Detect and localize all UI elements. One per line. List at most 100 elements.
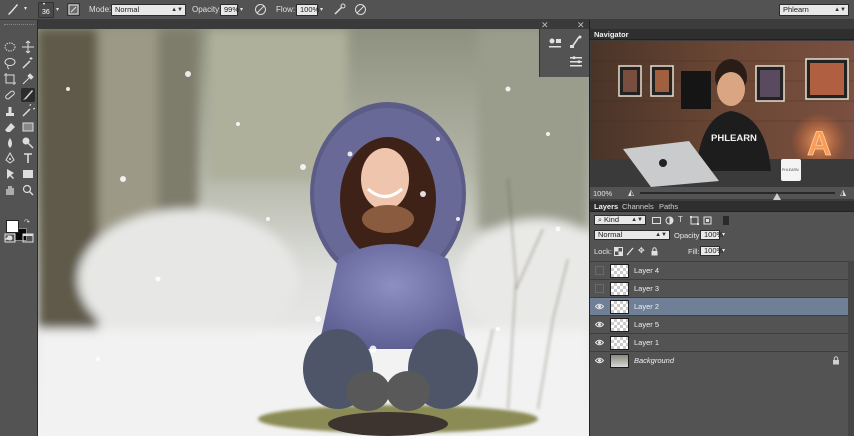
- zoom-slider-thumb[interactable]: [772, 193, 781, 200]
- lock-position-icon[interactable]: ✥: [638, 246, 647, 255]
- filter-smart-object-icon[interactable]: [703, 216, 712, 225]
- mode-select[interactable]: Normal ▲▼: [111, 4, 186, 16]
- layers-scrollbar[interactable]: [848, 261, 854, 436]
- lock-row: Lock: ✥ Fill: 100% ▾: [590, 246, 854, 258]
- brush-panel-toggle[interactable]: [67, 3, 80, 16]
- dodge-icon[interactable]: [21, 136, 35, 150]
- visibility-eye-icon[interactable]: [594, 338, 605, 347]
- navigator-zoom-slider[interactable]: [640, 192, 835, 200]
- right-panel-column: Navigator A PHLEARN PHLEARN 100% ◭ ◮ Lay…: [589, 20, 854, 436]
- opacity-input[interactable]: 99%: [220, 4, 239, 16]
- layer-filter-row: ⌕ Kind ▲▼ T: [590, 215, 854, 227]
- shape-icon[interactable]: [21, 167, 35, 181]
- filter-adjustment-icon[interactable]: [665, 216, 674, 225]
- marquee-icon[interactable]: [3, 40, 17, 54]
- type-icon[interactable]: [21, 151, 35, 165]
- visibility-eye-icon[interactable]: [594, 302, 605, 311]
- tab-paths[interactable]: Paths: [659, 202, 678, 211]
- character-panel-icon[interactable]: [546, 35, 564, 51]
- visibility-eye-icon[interactable]: [595, 266, 604, 275]
- zoom-icon[interactable]: [21, 183, 35, 197]
- lock-all-icon[interactable]: [650, 247, 659, 256]
- photoshop-window: ▾ • 36 ▾ Mode: Normal ▲▼ Opacity: 99% ▾ F…: [0, 0, 854, 436]
- flow-dropdown[interactable]: ▾: [320, 3, 323, 17]
- brush-settings-panel-icon[interactable]: [567, 53, 585, 69]
- blend-row: Normal ▲▼ Opacity: 100% ▾: [590, 230, 854, 242]
- zoom-in-icon[interactable]: ◮: [840, 188, 846, 197]
- fill-label: Fill:: [688, 247, 700, 256]
- lock-transparent-icon[interactable]: [614, 247, 623, 256]
- visibility-eye-icon[interactable]: [594, 320, 605, 329]
- layer-row[interactable]: Layer 3: [590, 279, 848, 297]
- history-brush-icon[interactable]: [21, 102, 37, 118]
- pressure-size-icon[interactable]: [354, 3, 367, 17]
- layer-opacity-label: Opacity:: [674, 231, 702, 240]
- workspace-select[interactable]: Phlearn ▲▼: [779, 4, 849, 16]
- flow-label: Flow:: [276, 5, 296, 14]
- photo-image: [38, 29, 589, 436]
- layer-name: Layer 1: [634, 338, 660, 347]
- path-select-icon[interactable]: [3, 167, 17, 181]
- filter-toggle-switch[interactable]: [723, 216, 729, 225]
- brush-tool-icon[interactable]: [6, 2, 20, 16]
- blur-icon[interactable]: [3, 136, 17, 150]
- layer-row[interactable]: Layer 5: [590, 315, 848, 333]
- navigator-sign-letter: A: [807, 125, 832, 163]
- stamp-icon[interactable]: [3, 104, 17, 118]
- tools-panel: ↷ ◪: [0, 20, 38, 436]
- navigator-preview[interactable]: A PHLEARN PHLEARN: [591, 41, 854, 195]
- zoom-out-icon[interactable]: ◭: [628, 188, 634, 197]
- fill-input[interactable]: 100%: [700, 246, 723, 256]
- tab-channels[interactable]: Channels: [622, 202, 654, 211]
- screen-mode-icon[interactable]: [21, 231, 35, 245]
- lock-image-icon[interactable]: [626, 247, 635, 256]
- layer-row[interactable]: Layer 1: [590, 333, 848, 351]
- hand-icon[interactable]: [3, 183, 17, 197]
- brush-size-dropdown[interactable]: ▾: [56, 3, 59, 17]
- brush-preset-picker[interactable]: • 36: [38, 2, 54, 18]
- airbrush-icon[interactable]: [333, 3, 346, 17]
- crop-icon[interactable]: [3, 72, 17, 86]
- eyedropper-icon[interactable]: [21, 72, 35, 86]
- filter-pixel-icon[interactable]: [652, 216, 661, 225]
- visibility-eye-icon[interactable]: [594, 356, 605, 365]
- move-icon[interactable]: [21, 40, 35, 54]
- blend-mode-select[interactable]: Normal ▲▼: [594, 230, 670, 240]
- filter-shape-icon[interactable]: [690, 216, 699, 225]
- mode-label: Mode:: [89, 5, 112, 14]
- brush-icon[interactable]: [21, 88, 35, 102]
- pen-icon[interactable]: [3, 151, 17, 165]
- tab-layers[interactable]: Layers: [594, 202, 618, 211]
- layer-row[interactable]: Layer 4: [590, 261, 848, 279]
- layer-name: Layer 5: [634, 320, 660, 329]
- layer-name: Layer 3: [634, 284, 660, 293]
- tool-preset-dropdown[interactable]: ▾: [24, 2, 27, 16]
- magic-wand-icon[interactable]: [21, 56, 35, 70]
- lasso-icon[interactable]: [3, 56, 17, 70]
- navigator-thumbnail: A PHLEARN PHLEARN: [591, 41, 854, 187]
- navigator-zoom-value[interactable]: 100%: [593, 189, 612, 198]
- visibility-eye-icon[interactable]: [595, 284, 604, 293]
- layer-opacity-dropdown[interactable]: ▾: [722, 231, 725, 238]
- tab-navigator[interactable]: Navigator: [594, 30, 629, 39]
- layer-filter-select[interactable]: ⌕ Kind ▲▼: [594, 215, 646, 225]
- opacity-dropdown[interactable]: ▾: [240, 3, 243, 17]
- flow-input[interactable]: 100%: [296, 4, 319, 16]
- brush-presets-panel-icon[interactable]: [567, 34, 585, 50]
- swap-colors-icon[interactable]: ↷: [24, 218, 30, 226]
- layer-row[interactable]: Layer 2: [590, 297, 848, 315]
- quick-mask-icon[interactable]: [3, 231, 17, 245]
- options-bar: ▾ • 36 ▾ Mode: Normal ▲▼ Opacity: 99% ▾ F…: [0, 0, 854, 20]
- panel-grip[interactable]: [4, 24, 34, 28]
- gradient-icon[interactable]: [21, 120, 35, 134]
- document-canvas[interactable]: [38, 29, 589, 436]
- fill-dropdown[interactable]: ▾: [722, 247, 725, 254]
- layer-row[interactable]: Background: [590, 351, 848, 369]
- filter-type-icon[interactable]: T: [678, 215, 687, 224]
- eraser-icon[interactable]: [3, 120, 17, 134]
- layer-opacity-input[interactable]: 100%: [700, 230, 723, 240]
- healing-icon[interactable]: [3, 88, 17, 102]
- document-tab-bar: [38, 20, 589, 29]
- layer-thumbnail: [610, 264, 629, 278]
- pressure-opacity-icon[interactable]: [254, 3, 267, 17]
